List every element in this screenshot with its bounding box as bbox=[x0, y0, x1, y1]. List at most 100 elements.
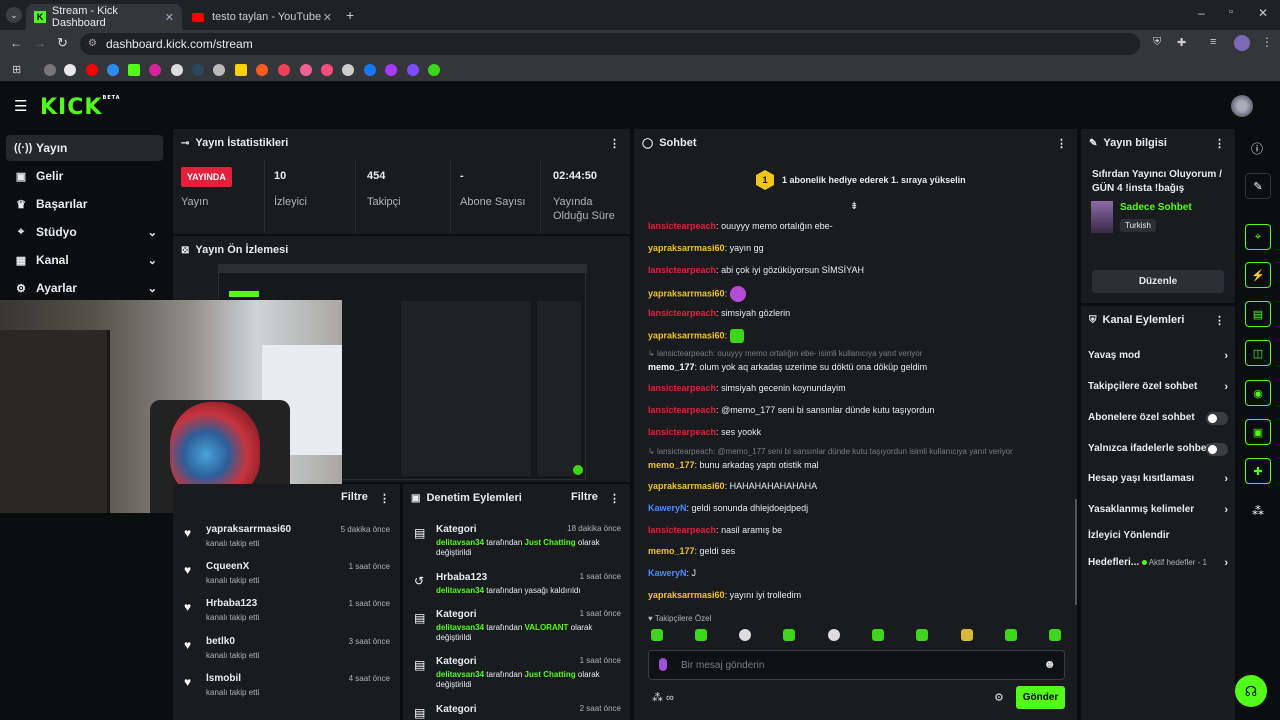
bookmark-pocket-icon[interactable] bbox=[278, 64, 290, 76]
emote-button[interactable] bbox=[739, 629, 751, 641]
stats-icon: ⊸ bbox=[181, 137, 190, 149]
kick-logo[interactable]: KICKBETA bbox=[40, 95, 121, 120]
action-slow-mode[interactable]: Yavaş mod › bbox=[1088, 350, 1228, 366]
close-tab-icon[interactable]: ✕ bbox=[323, 11, 332, 24]
emote-button[interactable] bbox=[916, 629, 928, 641]
bookmark-orange-icon[interactable] bbox=[256, 64, 268, 76]
address-bar[interactable]: ⚙ dashboard.kick.com/stream bbox=[80, 33, 1140, 55]
reload-icon[interactable]: ↻ bbox=[57, 35, 68, 51]
users-icon[interactable]: ⁂ bbox=[1252, 504, 1264, 518]
notes-icon[interactable]: ▤ bbox=[1245, 301, 1271, 327]
support-headset-icon[interactable]: ☊ bbox=[1235, 675, 1267, 707]
emote-category-label: ♥ Takipçilere Özel bbox=[648, 614, 712, 623]
bookmark-epic-icon[interactable] bbox=[213, 64, 225, 76]
emote-button[interactable] bbox=[961, 629, 973, 641]
new-tab-icon[interactable]: + bbox=[346, 7, 354, 23]
forward-icon[interactable]: → bbox=[34, 36, 46, 50]
category-name[interactable]: Sadece Sohbet bbox=[1120, 202, 1192, 213]
emote-button[interactable] bbox=[695, 629, 707, 641]
broadcast-icon[interactable]: ◉ bbox=[1245, 380, 1271, 406]
emote-button[interactable] bbox=[828, 629, 840, 641]
bookmark-pink-icon[interactable] bbox=[300, 64, 312, 76]
tab-kick-dashboard[interactable]: K Stream - Kick Dashboard ✕ bbox=[26, 4, 182, 30]
activity-menu-icon[interactable]: ⋮ bbox=[379, 492, 390, 505]
moderation-menu-icon[interactable]: ⋮ bbox=[609, 492, 620, 505]
toggle-switch[interactable] bbox=[1206, 443, 1228, 456]
action-raid[interactable]: İzleyici Yönlendir bbox=[1088, 530, 1228, 546]
sidebar-item-kanal[interactable]: ▦ Kanal ⌄ bbox=[6, 247, 163, 273]
activity-filter-button[interactable]: Filtre bbox=[341, 491, 368, 503]
send-button[interactable]: Gönder bbox=[1016, 686, 1065, 709]
tab-list-icon[interactable]: ⌄ bbox=[6, 7, 22, 23]
bookmark-instagram-icon[interactable] bbox=[149, 64, 161, 76]
bookmark-messenger-icon[interactable] bbox=[385, 64, 397, 76]
chat-input[interactable]: Bir mesaj gönderin ☻ bbox=[648, 650, 1065, 680]
bookmark-youtube-icon[interactable] bbox=[86, 64, 98, 76]
action-account-age[interactable]: Hesap yaşı kısıtlaması › bbox=[1088, 473, 1228, 489]
chat-icon[interactable]: ◫ bbox=[1245, 340, 1271, 366]
browser-menu-icon[interactable]: ⋮ bbox=[1261, 35, 1273, 49]
collapse-banner-icon[interactable]: ⇟ bbox=[850, 201, 858, 212]
bookmark-purple-icon[interactable] bbox=[407, 64, 419, 76]
sidebar-item-studyo[interactable]: ⌖ Stüdyo ⌄ bbox=[6, 219, 163, 245]
edit-mode-icon[interactable]: ✎ bbox=[1245, 173, 1271, 199]
sidebar-item-ayarlar[interactable]: ⚙ Ayarlar ⌄ bbox=[6, 275, 163, 301]
media-icon[interactable]: ≡ bbox=[1210, 36, 1216, 48]
bookmark-s-icon[interactable] bbox=[235, 64, 247, 76]
lightning-icon[interactable]: ⚡ bbox=[1245, 262, 1271, 288]
edit-button[interactable]: Düzenle bbox=[1092, 270, 1224, 293]
stats-menu-icon[interactable]: ⋮ bbox=[609, 137, 620, 150]
profile-icon[interactable] bbox=[1234, 35, 1250, 51]
sidebar-item-yayin[interactable]: ((·)) Yayın bbox=[6, 135, 163, 161]
gift-banner[interactable]: 1 1 abonelik hediye ederek 1. sıraya yük… bbox=[756, 169, 966, 191]
stream-info-menu-icon[interactable]: ⋮ bbox=[1214, 137, 1225, 150]
hamburger-menu-icon[interactable]: ☰ bbox=[14, 97, 27, 115]
bookmark-apple-icon[interactable] bbox=[44, 64, 56, 76]
bookmark-chrome-icon[interactable] bbox=[64, 64, 76, 76]
back-icon[interactable]: ← bbox=[10, 36, 22, 50]
bookmark-kick-icon[interactable] bbox=[128, 64, 140, 76]
toggle-switch[interactable] bbox=[1206, 412, 1228, 425]
extensions-icon[interactable]: ✚ bbox=[1177, 36, 1186, 49]
tab-youtube[interactable]: testo taylan - YouTube ✕ bbox=[184, 4, 340, 30]
layout-icon[interactable]: ▣ bbox=[1245, 419, 1271, 445]
bookmark-red-icon[interactable] bbox=[321, 64, 333, 76]
site-info-icon[interactable]: ⚙ bbox=[88, 33, 97, 55]
emoji-picker-icon[interactable]: ☻ bbox=[1043, 657, 1056, 671]
close-tab-icon[interactable]: ✕ bbox=[165, 11, 174, 24]
moderation-filter-button[interactable]: Filtre bbox=[571, 491, 598, 503]
camera-icon[interactable]: ⌖ bbox=[1245, 224, 1271, 250]
chat-scrollbar[interactable] bbox=[1075, 499, 1077, 605]
info-icon[interactable]: ⓘ bbox=[1251, 140, 1263, 157]
bookmark-steam-icon[interactable] bbox=[192, 64, 204, 76]
bookmark-openai-icon[interactable] bbox=[342, 64, 354, 76]
restore-icon[interactable]: ▫ bbox=[1229, 6, 1233, 18]
shield-icon[interactable]: ⛨ bbox=[1153, 36, 1161, 49]
chat-settings-icon[interactable]: ⚙ bbox=[994, 691, 1004, 704]
close-window-icon[interactable]: ✕ bbox=[1258, 6, 1268, 20]
apps-grid-icon[interactable]: ⊞ bbox=[12, 63, 21, 76]
user-avatar[interactable] bbox=[1231, 95, 1253, 117]
action-subscribers-only[interactable]: Abonelere özel sohbet bbox=[1088, 412, 1228, 428]
emote-button[interactable] bbox=[872, 629, 884, 641]
minimize-icon[interactable]: – bbox=[1198, 6, 1205, 20]
tools-icon[interactable]: ✚ bbox=[1245, 458, 1271, 484]
action-followers-only[interactable]: Takipçilere özel sohbet › bbox=[1088, 381, 1228, 397]
action-emotes-only[interactable]: Yalnızca ifadelerle sohbet bbox=[1088, 443, 1228, 459]
sidebar-item-basarilar[interactable]: ♛ Başarılar bbox=[6, 191, 163, 217]
action-banned-words[interactable]: Yasaklanmış kelimeler › bbox=[1088, 504, 1228, 520]
channel-actions-menu-icon[interactable]: ⋮ bbox=[1214, 314, 1225, 327]
emote-button[interactable] bbox=[651, 629, 663, 641]
bookmark-gallery-icon[interactable] bbox=[107, 64, 119, 76]
bookmark-green-icon[interactable] bbox=[428, 64, 440, 76]
emote-button[interactable] bbox=[783, 629, 795, 641]
sidebar-item-gelir[interactable]: ▣ Gelir bbox=[6, 163, 163, 189]
chat-menu-icon[interactable]: ⋮ bbox=[1056, 137, 1067, 150]
viewer-count-icon[interactable]: ⁂ ∞ bbox=[652, 691, 674, 704]
bookmark-github-icon[interactable] bbox=[171, 64, 183, 76]
emote-button[interactable] bbox=[1005, 629, 1017, 641]
emote-button[interactable] bbox=[1049, 629, 1061, 641]
microphone-icon[interactable] bbox=[659, 658, 667, 671]
bookmark-facebook-icon[interactable] bbox=[364, 64, 376, 76]
action-goals[interactable]: Hedefleri... Aktif hedefler - 1 › bbox=[1088, 557, 1228, 573]
